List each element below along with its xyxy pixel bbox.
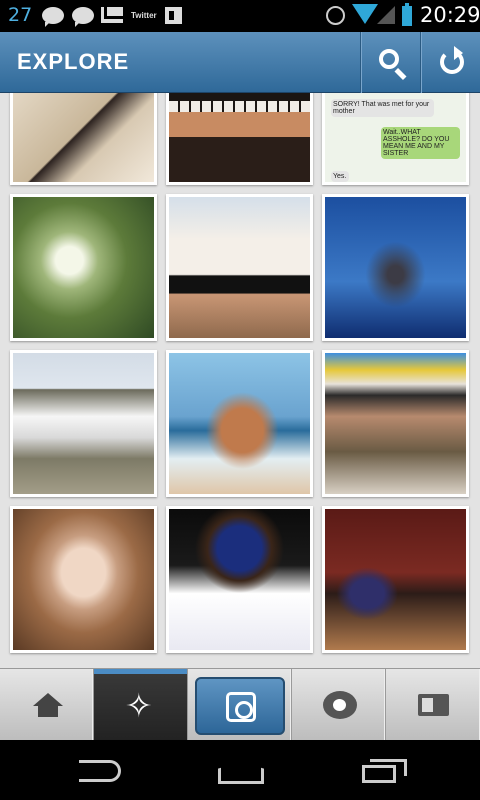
tab-profile[interactable] xyxy=(386,669,480,741)
message-bubble: SORRY! That was met for your mother xyxy=(331,99,435,117)
photo-tile[interactable] xyxy=(322,506,469,653)
camera-icon xyxy=(226,692,256,722)
photo-tile[interactable]: SORRY! That was met for your mother Wait… xyxy=(322,93,469,185)
photo-tile[interactable] xyxy=(166,506,313,653)
message-bubble: Wait..WHAT ASSHOLE? DO YOU MEAN ME AND M… xyxy=(381,127,460,159)
home-icon xyxy=(33,693,63,717)
back-icon[interactable] xyxy=(79,760,121,782)
alarm-icon xyxy=(326,6,345,25)
photo-tile[interactable] xyxy=(10,506,157,653)
photo-tile[interactable] xyxy=(166,350,313,497)
signal-icon xyxy=(377,6,395,24)
clock: 20:29 xyxy=(420,3,480,27)
status-bar: 27 Twitter 20:29 xyxy=(0,0,480,32)
battery-icon xyxy=(402,3,412,26)
star-icon: ✧ xyxy=(125,687,153,724)
flipboard-icon xyxy=(165,7,182,24)
tab-home[interactable] xyxy=(0,669,94,741)
tab-camera[interactable] xyxy=(188,669,292,741)
wifi-icon xyxy=(352,4,378,24)
photo-tile[interactable] xyxy=(166,93,313,185)
photo-tile[interactable] xyxy=(10,194,157,341)
message-bubble: Yes. xyxy=(331,171,349,182)
refresh-icon xyxy=(440,46,464,74)
heart-bubble-icon xyxy=(323,691,357,719)
profile-card-icon xyxy=(418,694,449,716)
refresh-button[interactable] xyxy=(420,32,480,93)
chat-icon xyxy=(42,7,64,27)
page-title: EXPLORE xyxy=(17,49,130,74)
tab-explore[interactable]: ✧ xyxy=(94,669,188,741)
tab-bar: ✧ xyxy=(0,668,480,741)
photo-tile[interactable] xyxy=(322,350,469,497)
tab-news[interactable] xyxy=(292,669,386,741)
app-header: EXPLORE xyxy=(0,32,480,93)
search-icon xyxy=(379,49,399,69)
twitter-icon: Twitter xyxy=(131,11,157,20)
photo-tile[interactable] xyxy=(322,194,469,341)
chat-icon xyxy=(72,7,94,27)
photo-tile[interactable] xyxy=(10,93,157,185)
photo-tile[interactable] xyxy=(166,194,313,341)
camera-button[interactable] xyxy=(195,677,285,735)
search-button[interactable] xyxy=(360,32,420,93)
photo-grid[interactable]: SORRY! That was met for your mother Wait… xyxy=(0,93,480,668)
gmail-icon xyxy=(101,7,123,23)
recent-apps-icon[interactable] xyxy=(362,759,407,783)
notification-count: 27 xyxy=(8,4,33,26)
photo-tile[interactable] xyxy=(10,350,157,497)
